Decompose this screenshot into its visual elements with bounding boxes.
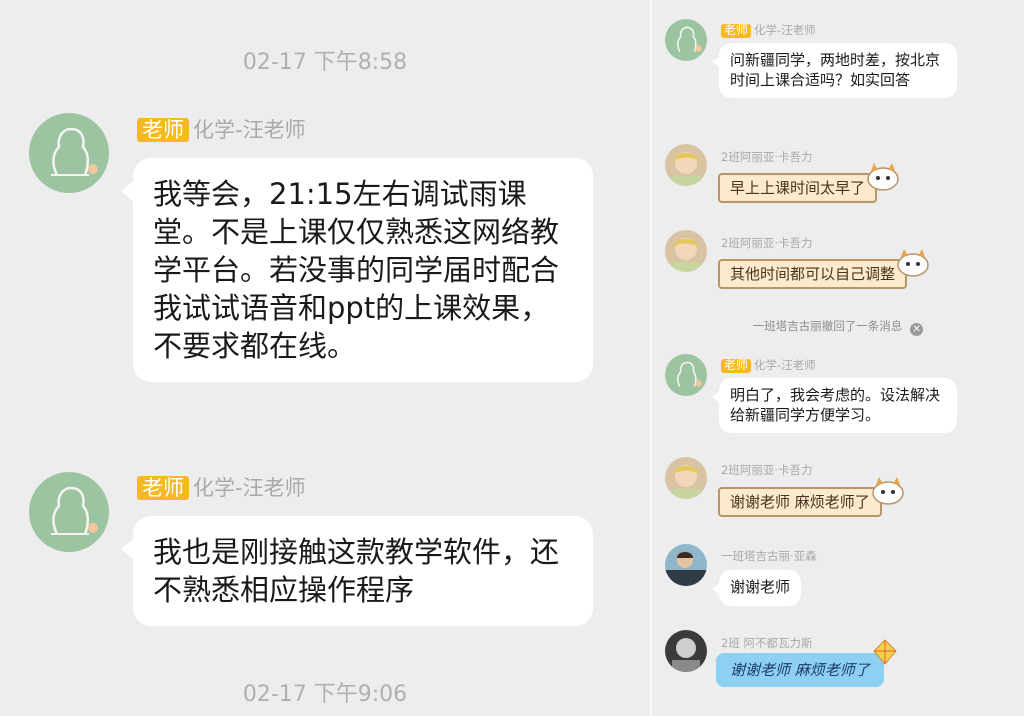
- sender-name: 化学-汪老师: [754, 358, 816, 372]
- message-text: 我也是刚接触这款教学软件，还不熟悉相应操作程序: [153, 535, 560, 607]
- teacher-silhouette-icon: [51, 127, 98, 176]
- message-header: 一班塔吉古丽·亚森: [721, 545, 817, 564]
- message-text: 谢谢老师 麻烦老师了: [730, 661, 870, 679]
- message-bubble[interactable]: 谢谢老师: [711, 570, 802, 606]
- cat-sticker-icon: [897, 249, 929, 277]
- cat-sticker-icon: [872, 477, 904, 505]
- sticker-bubble[interactable]: 早上上课时间太早了: [718, 163, 899, 203]
- role-badge: 老师: [721, 358, 752, 373]
- message-text: 谢谢老师: [730, 578, 791, 596]
- role-badge: 老师: [137, 118, 189, 143]
- message-text: 谢谢老师 麻烦老师了: [730, 493, 870, 511]
- message-header: 老师 化学-汪老师: [137, 114, 306, 144]
- teacher-avatar[interactable]: [29, 472, 109, 552]
- message-text: 其他时间都可以自己调整: [730, 265, 896, 283]
- student-photo-icon: [671, 238, 701, 272]
- sticker-bubble[interactable]: 谢谢老师 麻烦老师了: [716, 639, 897, 687]
- sender-name: 2班 阿不都瓦力斯: [721, 636, 813, 650]
- teacher-avatar[interactable]: [665, 354, 707, 396]
- role-badge: 老师: [137, 476, 189, 501]
- message-header: 老师 化学-汪老师: [721, 19, 816, 38]
- sticker-bubble[interactable]: 其他时间都可以自己调整: [718, 249, 929, 289]
- message-bubble[interactable]: 我也是刚接触这款教学软件，还不熟悉相应操作程序: [121, 516, 593, 626]
- recall-notice: 一班塔吉古丽撤回了一条消息 ✕: [652, 318, 1024, 336]
- message-header: 2班阿丽亚·卡吾力: [721, 232, 812, 251]
- sticker-bubble[interactable]: 谢谢老师 麻烦老师了: [718, 477, 904, 517]
- message-text: 早上上课时间太早了: [730, 179, 866, 197]
- teacher-avatar[interactable]: [665, 19, 707, 61]
- sender-name: 化学-汪老师: [193, 118, 306, 142]
- sender-name: 化学-汪老师: [193, 476, 306, 500]
- message-bubble[interactable]: 我等会，21:15左右调试雨课堂。不是上课仅仅熟悉这网络教学平台。若没事的同学届…: [121, 158, 593, 382]
- student-photo-icon: [671, 465, 701, 499]
- message-header: 老师 化学-汪老师: [137, 472, 306, 502]
- teacher-silhouette-icon: [51, 486, 98, 535]
- timestamp: 02-17 下午9:06: [242, 682, 408, 707]
- teacher-silhouette-icon: [677, 26, 702, 52]
- cat-sticker-icon: [867, 163, 899, 191]
- teacher-silhouette-icon: [677, 361, 702, 387]
- student-photo-icon: [665, 552, 707, 586]
- student-avatar[interactable]: [665, 457, 707, 499]
- close-icon[interactable]: ✕: [910, 323, 924, 336]
- student-avatar[interactable]: [665, 144, 707, 186]
- sender-name: 一班塔吉古丽·亚森: [721, 549, 817, 563]
- student-photo-icon: [672, 638, 700, 672]
- message-header: 2班 阿不都瓦力斯: [721, 632, 812, 651]
- message-text: 我等会，21:15左右调试雨课堂。不是上课仅仅熟悉这网络教学平台。若没事的同学届…: [153, 177, 560, 363]
- kite-sticker-icon: [873, 639, 897, 665]
- chat-pane-right: 老师 化学-汪老师 问新疆同学，两地时差，按北京时间上课合适吗？如实回答 2班阿丽…: [652, 0, 1024, 716]
- student-avatar[interactable]: [665, 544, 707, 586]
- timestamp: 02-17 下午8:58: [242, 50, 408, 75]
- student-avatar[interactable]: [665, 230, 707, 272]
- recall-text: 一班塔吉古丽撤回了一条消息: [752, 319, 903, 333]
- teacher-avatar[interactable]: [29, 113, 109, 193]
- sender-name: 2班阿丽亚·卡吾力: [721, 236, 813, 250]
- message-header: 2班阿丽亚·卡吾力: [721, 459, 812, 478]
- student-photo-icon: [671, 152, 701, 186]
- sender-name: 化学-汪老师: [754, 23, 816, 37]
- message-header: 老师 化学-汪老师: [721, 354, 816, 373]
- role-badge: 老师: [721, 23, 752, 38]
- message-header: 2班阿丽亚·卡吾力: [721, 146, 812, 165]
- sender-name: 2班阿丽亚·卡吾力: [721, 463, 813, 477]
- message-text: 问新疆同学，两地时差，按北京时间上课合适吗？如实回答: [730, 51, 941, 89]
- message-bubble[interactable]: 明白了，我会考虑的。设法解决给新疆同学方便学习。: [712, 378, 957, 433]
- sender-name: 2班阿丽亚·卡吾力: [721, 150, 813, 164]
- message-text: 明白了，我会考虑的。设法解决给新疆同学方便学习。: [730, 386, 941, 424]
- message-bubble[interactable]: 问新疆同学，两地时差，按北京时间上课合适吗？如实回答: [712, 43, 957, 98]
- chat-pane-left: 02-17 下午8:58 老师 化学-汪老师 我等会，21:15左右调试雨课堂。不…: [0, 0, 650, 716]
- student-avatar[interactable]: [665, 630, 707, 672]
